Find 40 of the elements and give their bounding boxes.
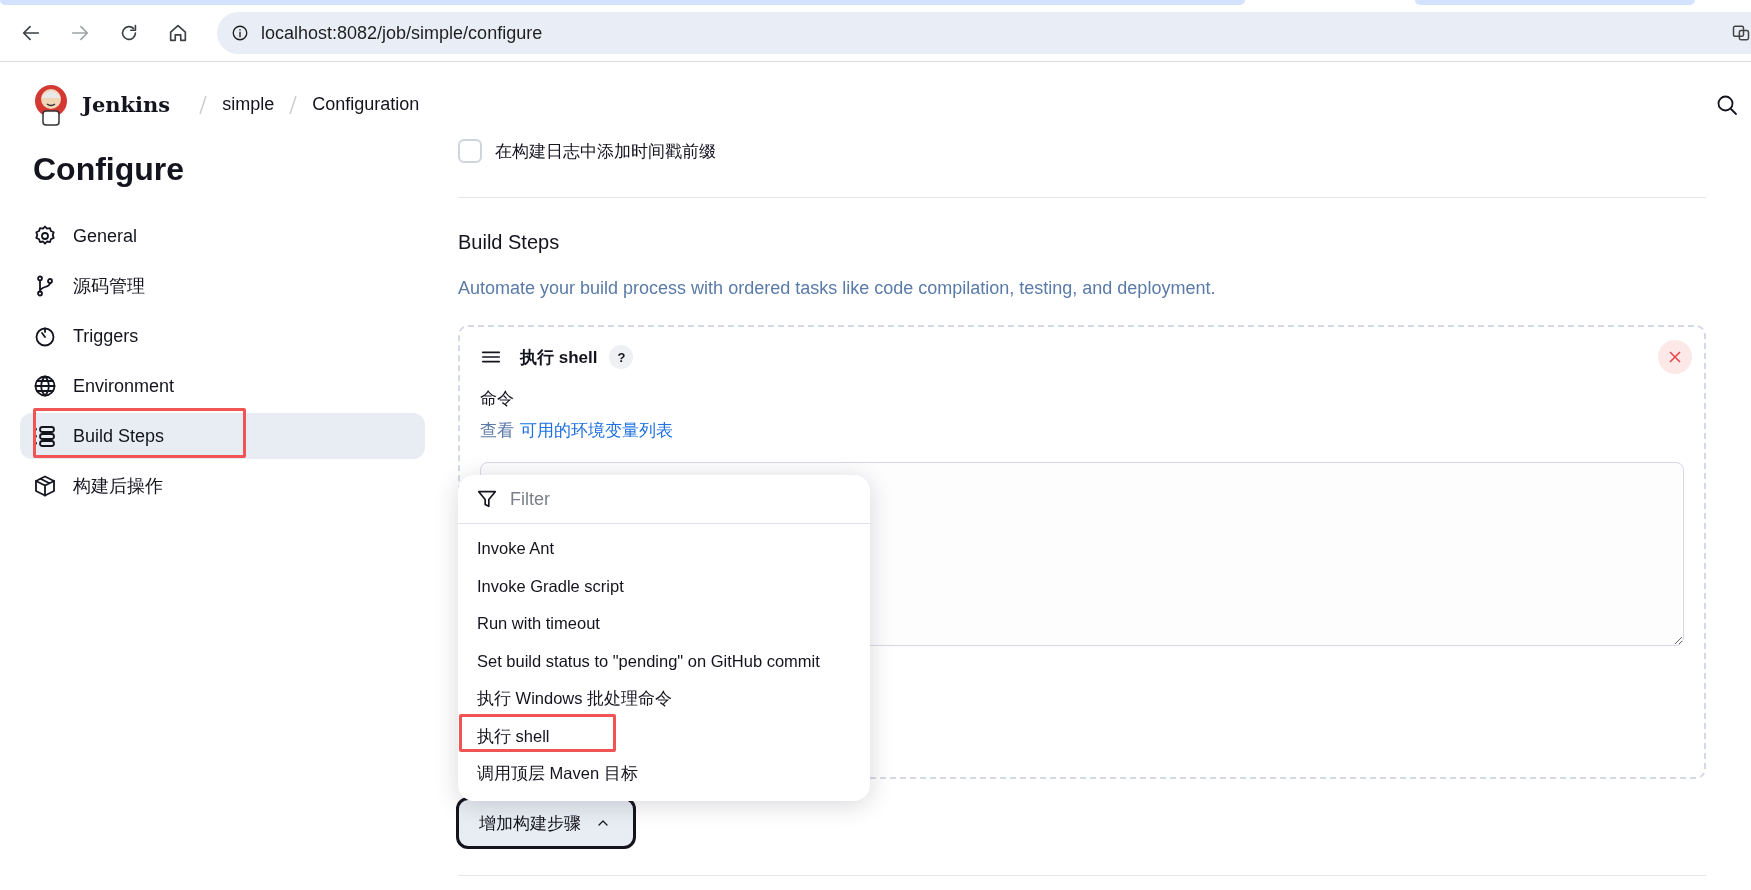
list-icon — [33, 424, 57, 448]
menu-item[interactable]: Set build status to "pending" on GitHub commit — [458, 642, 870, 680]
info-icon — [231, 24, 249, 42]
breadcrumb-link[interactable]: Configuration — [312, 94, 420, 115]
url-text: localhost:8082/job/simple/configure — [261, 22, 543, 44]
filter-icon — [476, 488, 498, 510]
field-label: 命令 — [480, 388, 515, 410]
home-icon[interactable] — [167, 22, 189, 44]
step-title: 执行 shell — [520, 346, 598, 369]
filter-field[interactable]: Filter — [508, 487, 812, 511]
sidebar-item[interactable]: General — [20, 213, 425, 259]
sidebar-item[interactable]: 源码管理 — [20, 263, 425, 309]
menu-item[interactable]: 调用顶层 Maven 目标 — [458, 755, 870, 793]
sidebar-item[interactable]: Triggers — [20, 313, 425, 359]
help-button[interactable]: ? — [609, 345, 634, 369]
delete-button[interactable] — [1658, 340, 1692, 374]
checkbox-label: 在构建日志中添加时间戳前缀 — [495, 140, 716, 163]
sidebar-item[interactable]: Environment — [20, 363, 425, 409]
menu-item[interactable]: 执行 Windows 批处理命令 — [458, 680, 870, 718]
address-bar[interactable]: localhost:8082/job/simple/configure — [217, 12, 1751, 54]
breadcrumb-link[interactable]: simple — [222, 94, 275, 115]
breadcrumb-separator-icon — [198, 93, 209, 116]
menu-item[interactable]: 执行 shell — [458, 717, 870, 755]
package-icon — [33, 474, 57, 498]
section-title: Build Steps — [458, 230, 561, 255]
menu-item[interactable]: Run with timeout — [458, 605, 870, 643]
checkbox[interactable] — [458, 139, 482, 163]
sidebar-item[interactable]: 构建后操作 — [20, 463, 425, 509]
brand-link[interactable]: Jenkins — [82, 92, 171, 117]
globe-icon — [33, 374, 57, 398]
breadcrumb-separator-icon — [288, 93, 299, 116]
add-build-step-button[interactable]: 增加构建步骤 — [456, 797, 636, 849]
hint-text: 查看 — [480, 420, 514, 442]
page-title: Configure — [33, 150, 186, 189]
menu-item[interactable]: Invoke Ant — [458, 530, 870, 568]
logo-icon[interactable] — [34, 83, 68, 126]
env-vars-link[interactable]: 可用的环境变量列表 — [520, 419, 673, 442]
menu-item[interactable]: Invoke Gradle script — [458, 567, 870, 605]
section-description: Automate your build process with ordered tasks like code compilation, testing, and deployment. — [458, 278, 1217, 299]
close-icon — [1669, 351, 1681, 363]
